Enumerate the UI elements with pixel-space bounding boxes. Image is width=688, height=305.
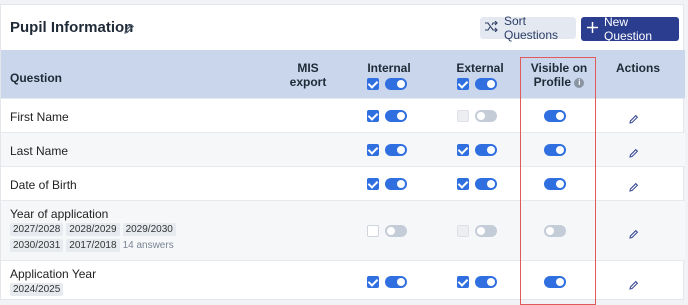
answer-tags: 2024/2025 xyxy=(10,283,220,296)
answer-tag: 2017/2018 xyxy=(66,239,120,252)
column-question: Question xyxy=(10,71,63,85)
table-header: Question MIS export Internal External Vi… xyxy=(1,50,685,98)
internal-checkbox[interactable] xyxy=(367,225,379,237)
visible-label-line1: Visible on xyxy=(530,61,588,75)
plus-icon xyxy=(587,22,598,36)
external-checkbox[interactable] xyxy=(457,144,469,156)
internal-toggle[interactable] xyxy=(385,178,407,190)
visible-on-profile-toggle[interactable] xyxy=(544,110,566,122)
new-question-button[interactable]: New Question xyxy=(581,15,679,43)
external-checkbox[interactable] xyxy=(457,225,469,237)
pencil-icon[interactable] xyxy=(629,277,639,290)
column-internal: Internal xyxy=(367,61,411,75)
visible-on-profile-toggle[interactable] xyxy=(544,225,566,237)
column-mis-export: MIS export xyxy=(289,61,327,89)
external-checkbox[interactable] xyxy=(457,178,469,190)
new-question-label: New Question xyxy=(604,15,653,43)
answers-count: 14 answers xyxy=(122,240,174,251)
table-row: Date of Birth xyxy=(1,166,685,200)
internal-toggle[interactable] xyxy=(385,110,407,122)
question-label: Application Year xyxy=(10,267,97,281)
question-label: Date of Birth xyxy=(10,178,77,192)
visible-label-line2: Profile xyxy=(533,75,571,89)
external-toggle[interactable] xyxy=(475,276,497,288)
internal-checkbox[interactable] xyxy=(367,276,379,288)
table-row: Application Year 2024/2025 xyxy=(1,260,685,301)
internal-checkbox[interactable] xyxy=(367,178,379,190)
answer-tag: 2028/2029 xyxy=(66,223,120,236)
external-toggle[interactable] xyxy=(475,110,497,122)
column-external: External xyxy=(456,61,504,75)
pupil-information-panel: Pupil Information Sort Questions New Que… xyxy=(0,4,685,305)
answer-tags: 2027/2028 2028/2029 2029/2030 2030/2031 … xyxy=(10,223,220,252)
sort-questions-button[interactable]: Sort Questions xyxy=(480,14,576,42)
external-all-checkbox[interactable] xyxy=(457,78,469,90)
visible-on-profile-toggle[interactable] xyxy=(544,178,566,190)
page-title: Pupil Information xyxy=(10,19,134,36)
pencil-icon[interactable] xyxy=(123,22,135,34)
pencil-icon[interactable] xyxy=(629,179,639,192)
external-checkbox[interactable] xyxy=(457,110,469,122)
visible-on-profile-toggle[interactable] xyxy=(544,276,566,288)
external-toggle[interactable] xyxy=(475,178,497,190)
answer-tag: 2029/2030 xyxy=(122,223,176,236)
column-actions: Actions xyxy=(615,61,660,75)
external-checkbox[interactable] xyxy=(457,276,469,288)
internal-toggle[interactable] xyxy=(385,225,407,237)
answer-tag: 2024/2025 xyxy=(10,283,64,296)
visible-on-profile-toggle[interactable] xyxy=(544,144,566,156)
table-row: First Name xyxy=(1,98,685,132)
answer-tag: 2030/2031 xyxy=(10,239,64,252)
internal-all-checkbox[interactable] xyxy=(367,78,379,90)
pencil-icon[interactable] xyxy=(629,111,639,124)
internal-toggle[interactable] xyxy=(385,144,407,156)
column-visible-on-profile: Visible on Profile i xyxy=(524,61,594,89)
shuffle-icon xyxy=(485,20,498,35)
internal-toggle[interactable] xyxy=(385,276,407,288)
external-all-toggle[interactable] xyxy=(475,78,497,90)
pencil-icon[interactable] xyxy=(629,226,639,239)
info-icon[interactable]: i xyxy=(574,77,585,88)
panel-header: Pupil Information Sort Questions New Que… xyxy=(1,5,685,51)
question-label: Year of application xyxy=(10,207,109,221)
table-row: Year of application 2027/2028 2028/2029 … xyxy=(1,200,685,260)
answer-tag: 2027/2028 xyxy=(10,223,64,236)
pencil-icon[interactable] xyxy=(629,145,639,158)
external-toggle[interactable] xyxy=(475,225,497,237)
external-toggle[interactable] xyxy=(475,144,497,156)
question-label: Last Name xyxy=(10,144,69,158)
question-label: First Name xyxy=(10,110,69,124)
internal-checkbox[interactable] xyxy=(367,144,379,156)
internal-all-toggle[interactable] xyxy=(385,78,407,90)
table-row: Last Name xyxy=(1,132,685,166)
sort-questions-label: Sort Questions xyxy=(504,14,559,42)
internal-checkbox[interactable] xyxy=(367,110,379,122)
